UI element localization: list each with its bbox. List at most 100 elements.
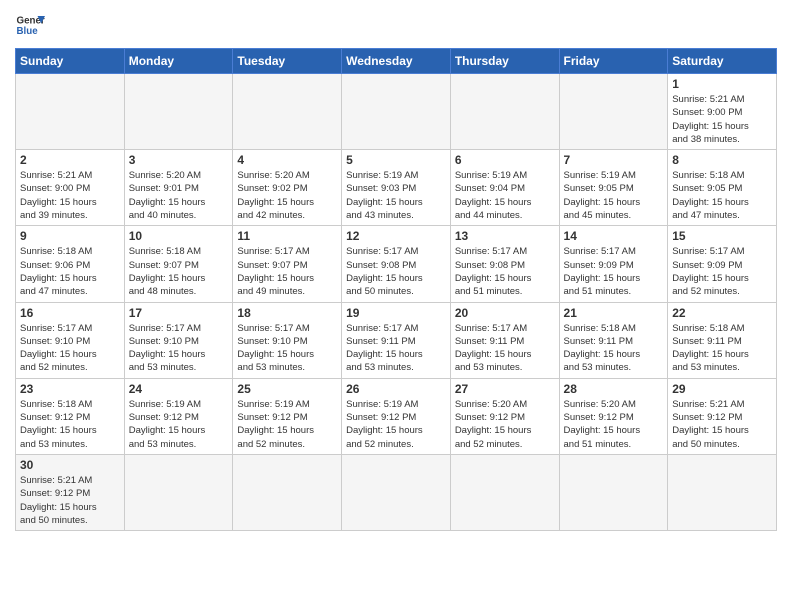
weekday-header-thursday: Thursday [450, 49, 559, 74]
calendar-cell [124, 454, 233, 530]
day-info: Sunrise: 5:19 AM Sunset: 9:03 PM Dayligh… [346, 169, 446, 222]
svg-text:Blue: Blue [17, 26, 39, 37]
day-number: 27 [455, 382, 555, 396]
calendar-cell: 5 Sunrise: 5:19 AM Sunset: 9:03 PM Daylig… [342, 150, 451, 226]
day-info: Sunrise: 5:21 AM Sunset: 9:00 PM Dayligh… [672, 93, 772, 146]
calendar-cell [342, 74, 451, 150]
calendar-cell: 1 Sunrise: 5:21 AM Sunset: 9:00 PM Daylig… [668, 74, 777, 150]
day-info: Sunrise: 5:17 AM Sunset: 9:10 PM Dayligh… [20, 322, 120, 375]
weekday-header-sunday: Sunday [16, 49, 125, 74]
weekday-header-saturday: Saturday [668, 49, 777, 74]
calendar-cell [233, 74, 342, 150]
calendar-week-row: 9 Sunrise: 5:18 AM Sunset: 9:06 PM Daylig… [16, 226, 777, 302]
calendar-cell: 2Sunrise: 5:21 AM Sunset: 9:00 PM Daylig… [16, 150, 125, 226]
day-number: 25 [237, 382, 337, 396]
day-number: 12 [346, 229, 446, 243]
calendar-cell: 13Sunrise: 5:17 AM Sunset: 9:08 PM Dayli… [450, 226, 559, 302]
calendar-cell: 20Sunrise: 5:17 AM Sunset: 9:11 PM Dayli… [450, 302, 559, 378]
day-number: 7 [564, 153, 664, 167]
day-info: Sunrise: 5:21 AM Sunset: 9:12 PM Dayligh… [20, 474, 120, 527]
day-info: Sunrise: 5:20 AM Sunset: 9:12 PM Dayligh… [455, 398, 555, 451]
day-info: Sunrise: 5:21 AM Sunset: 9:00 PM Dayligh… [20, 169, 120, 222]
calendar-cell: 15 Sunrise: 5:17 AM Sunset: 9:09 PM Dayli… [668, 226, 777, 302]
day-info: Sunrise: 5:18 AM Sunset: 9:11 PM Dayligh… [672, 322, 772, 375]
calendar-cell: 9 Sunrise: 5:18 AM Sunset: 9:06 PM Daylig… [16, 226, 125, 302]
calendar-cell: 22Sunrise: 5:18 AM Sunset: 9:11 PM Dayli… [668, 302, 777, 378]
day-info: Sunrise: 5:17 AM Sunset: 9:11 PM Dayligh… [346, 322, 446, 375]
day-number: 20 [455, 306, 555, 320]
calendar-cell [233, 454, 342, 530]
day-info: Sunrise: 5:20 AM Sunset: 9:02 PM Dayligh… [237, 169, 337, 222]
day-number: 17 [129, 306, 229, 320]
calendar-cell: 28 Sunrise: 5:20 AM Sunset: 9:12 PM Dayli… [559, 378, 668, 454]
day-info: Sunrise: 5:17 AM Sunset: 9:10 PM Dayligh… [129, 322, 229, 375]
day-number: 15 [672, 229, 772, 243]
day-info: Sunrise: 5:21 AM Sunset: 9:12 PM Dayligh… [672, 398, 772, 451]
calendar-cell: 26 Sunrise: 5:19 AM Sunset: 9:12 PM Dayli… [342, 378, 451, 454]
calendar-cell: 23Sunrise: 5:18 AM Sunset: 9:12 PM Dayli… [16, 378, 125, 454]
day-number: 19 [346, 306, 446, 320]
header: General Blue [15, 10, 777, 40]
calendar-week-row: 16 Sunrise: 5:17 AM Sunset: 9:10 PM Dayli… [16, 302, 777, 378]
calendar-cell: 4 Sunrise: 5:20 AM Sunset: 9:02 PM Daylig… [233, 150, 342, 226]
calendar-table: SundayMondayTuesdayWednesdayThursdayFrid… [15, 48, 777, 531]
calendar-cell: 6Sunrise: 5:19 AM Sunset: 9:04 PM Daylig… [450, 150, 559, 226]
day-number: 3 [129, 153, 229, 167]
day-number: 16 [20, 306, 120, 320]
calendar-cell [668, 454, 777, 530]
day-info: Sunrise: 5:17 AM Sunset: 9:07 PM Dayligh… [237, 245, 337, 298]
calendar-week-row: 2Sunrise: 5:21 AM Sunset: 9:00 PM Daylig… [16, 150, 777, 226]
calendar-cell: 11 Sunrise: 5:17 AM Sunset: 9:07 PM Dayli… [233, 226, 342, 302]
day-info: Sunrise: 5:19 AM Sunset: 9:12 PM Dayligh… [129, 398, 229, 451]
day-number: 14 [564, 229, 664, 243]
calendar-cell: 27 Sunrise: 5:20 AM Sunset: 9:12 PM Dayli… [450, 378, 559, 454]
day-number: 5 [346, 153, 446, 167]
generalblue-icon: General Blue [15, 10, 45, 40]
day-number: 1 [672, 77, 772, 91]
page: General Blue SundayMondayTuesdayWednesda… [0, 0, 792, 546]
day-info: Sunrise: 5:18 AM Sunset: 9:07 PM Dayligh… [129, 245, 229, 298]
day-number: 4 [237, 153, 337, 167]
logo: General Blue [15, 10, 45, 40]
calendar-cell: 7Sunrise: 5:19 AM Sunset: 9:05 PM Daylig… [559, 150, 668, 226]
day-number: 18 [237, 306, 337, 320]
weekday-header-tuesday: Tuesday [233, 49, 342, 74]
day-info: Sunrise: 5:19 AM Sunset: 9:04 PM Dayligh… [455, 169, 555, 222]
calendar-cell [559, 74, 668, 150]
calendar-cell: 24 Sunrise: 5:19 AM Sunset: 9:12 PM Dayli… [124, 378, 233, 454]
calendar-cell: 19 Sunrise: 5:17 AM Sunset: 9:11 PM Dayli… [342, 302, 451, 378]
calendar-cell: 16 Sunrise: 5:17 AM Sunset: 9:10 PM Dayli… [16, 302, 125, 378]
day-number: 29 [672, 382, 772, 396]
day-number: 13 [455, 229, 555, 243]
day-info: Sunrise: 5:20 AM Sunset: 9:01 PM Dayligh… [129, 169, 229, 222]
calendar-week-row: 30Sunrise: 5:21 AM Sunset: 9:12 PM Dayli… [16, 454, 777, 530]
day-info: Sunrise: 5:17 AM Sunset: 9:09 PM Dayligh… [564, 245, 664, 298]
day-number: 26 [346, 382, 446, 396]
day-info: Sunrise: 5:19 AM Sunset: 9:12 PM Dayligh… [237, 398, 337, 451]
day-info: Sunrise: 5:19 AM Sunset: 9:12 PM Dayligh… [346, 398, 446, 451]
calendar-cell [450, 74, 559, 150]
calendar-cell: 25 Sunrise: 5:19 AM Sunset: 9:12 PM Dayli… [233, 378, 342, 454]
day-number: 21 [564, 306, 664, 320]
day-info: Sunrise: 5:18 AM Sunset: 9:06 PM Dayligh… [20, 245, 120, 298]
day-info: Sunrise: 5:20 AM Sunset: 9:12 PM Dayligh… [564, 398, 664, 451]
day-number: 9 [20, 229, 120, 243]
weekday-header-row: SundayMondayTuesdayWednesdayThursdayFrid… [16, 49, 777, 74]
day-number: 24 [129, 382, 229, 396]
calendar-cell [342, 454, 451, 530]
day-number: 11 [237, 229, 337, 243]
calendar-cell: 12 Sunrise: 5:17 AM Sunset: 9:08 PM Dayli… [342, 226, 451, 302]
calendar-week-row: 23Sunrise: 5:18 AM Sunset: 9:12 PM Dayli… [16, 378, 777, 454]
calendar-cell: 21Sunrise: 5:18 AM Sunset: 9:11 PM Dayli… [559, 302, 668, 378]
day-info: Sunrise: 5:18 AM Sunset: 9:05 PM Dayligh… [672, 169, 772, 222]
weekday-header-wednesday: Wednesday [342, 49, 451, 74]
day-info: Sunrise: 5:17 AM Sunset: 9:08 PM Dayligh… [346, 245, 446, 298]
day-number: 10 [129, 229, 229, 243]
calendar-cell: 10 Sunrise: 5:18 AM Sunset: 9:07 PM Dayli… [124, 226, 233, 302]
day-info: Sunrise: 5:17 AM Sunset: 9:09 PM Dayligh… [672, 245, 772, 298]
day-number: 28 [564, 382, 664, 396]
calendar-cell: 30Sunrise: 5:21 AM Sunset: 9:12 PM Dayli… [16, 454, 125, 530]
calendar-cell [16, 74, 125, 150]
weekday-header-monday: Monday [124, 49, 233, 74]
calendar-cell [124, 74, 233, 150]
